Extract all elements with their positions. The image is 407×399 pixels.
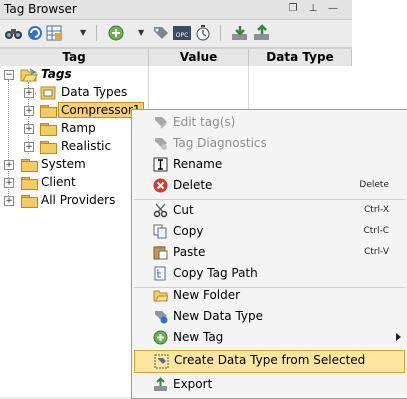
folder-icon [21,159,38,172]
dropdown-arrow-icon[interactable]: ▼ [80,28,86,37]
tree-label: All Providers [41,193,116,207]
menu-item-label: Delete [173,178,213,192]
scissors-icon [153,203,168,218]
refresh-icon[interactable] [25,24,45,42]
window-title: Tag Browser [4,2,77,16]
dropdown-arrow-icon[interactable]: ▼ [138,28,144,37]
menu-item-shortcut: Ctrl-V [364,247,389,257]
table-icon[interactable] [45,24,65,42]
menu-item-delete[interactable]: Delete Delete [132,175,407,196]
tree-label: Ramp [61,121,96,135]
column-header-tag[interactable]: Tag [0,49,149,66]
menu-item-label: Create Data Type from Selected [174,353,366,367]
toolbar-separator [96,25,97,41]
export-icon [154,377,167,391]
minimize-icon[interactable]: — [327,3,339,15]
menu-item-label: Copy [173,224,204,238]
delete-icon [153,178,168,193]
folder-icon [40,141,57,154]
tree-label: System [41,157,86,171]
table-header: Tag Value Data Type [0,48,352,67]
menu-item-label: New Tag [173,330,224,344]
toolbar: ▼ ▼ OPC [0,20,352,48]
restore-icon[interactable]: ❐ [287,3,299,15]
menu-item-label: New Data Type [173,309,264,323]
menu-item-copy-tag-path[interactable]: Copy Tag Path [132,263,407,284]
menu-item-label: Edit tag(s) [173,115,236,129]
copy-path-icon [154,266,166,281]
folder-icon [40,105,57,118]
menu-item-label: Rename [173,157,223,171]
menu-item-new-folder[interactable]: New Folder [132,285,407,306]
tree-row-data-types[interactable]: + Data Types [0,84,352,102]
toolbar-separator [220,25,221,41]
expand-icon[interactable]: + [24,124,34,134]
context-menu: Edit tag(s) Tag Diagnostics Rename Delet… [131,109,407,399]
menu-item-new-tag[interactable]: New Tag [132,327,407,348]
folder-icon [40,123,57,136]
menu-item-rename[interactable]: Rename [132,154,407,175]
opc-icon-text: OPC [176,32,189,39]
column-header-value[interactable]: Value [149,49,249,66]
menu-item-cut[interactable]: Cut Ctrl-X [132,200,407,221]
binoculars-icon[interactable] [4,24,24,42]
tree-label: Data Types [61,85,128,99]
menu-item-copy[interactable]: Copy Ctrl-C [132,221,407,242]
expand-icon[interactable]: + [24,106,34,116]
data-types-folder-icon [40,86,56,100]
timer-icon[interactable] [193,24,213,42]
title-bar: Tag Browser ❐ ⊥ — [0,0,352,20]
menu-item-shortcut: Ctrl-C [363,226,389,236]
tag-diagnostics-icon [155,138,167,150]
tree-label: Client [41,175,76,189]
open-folder-icon [20,68,38,82]
import-icon[interactable] [230,24,250,42]
pin-icon[interactable]: ⊥ [307,3,319,15]
menu-item-shortcut: Delete [359,180,389,190]
create-data-type-icon [154,354,169,369]
menu-item-tag-diagnostics[interactable]: Tag Diagnostics [132,133,407,154]
expand-icon[interactable]: + [4,196,14,206]
menu-item-create-data-type-from-selected[interactable]: Create Data Type from Selected [134,350,405,373]
expand-icon[interactable]: + [24,88,34,98]
menu-item-label: New Folder [173,288,241,302]
menu-item-label: Paste [173,245,206,259]
menu-item-label: Copy Tag Path [173,266,258,280]
expand-icon[interactable]: + [4,160,14,170]
tree-label: Realistic [61,139,112,153]
tree-label-tags: Tags [41,67,72,81]
add-icon[interactable] [106,24,126,42]
menu-item-edit-tags[interactable]: Edit tag(s) [132,112,407,133]
paste-icon [153,246,168,260]
menu-item-shortcut: Ctrl-X [364,205,389,215]
menu-item-label: Tag Diagnostics [173,136,267,150]
export-icon[interactable] [252,24,272,42]
submenu-arrow-icon [396,333,401,341]
tree-row-tags[interactable]: − Tags [0,66,352,84]
tag-edit-icon [155,117,167,129]
folder-icon [21,177,38,190]
expand-icon[interactable]: + [4,178,14,188]
new-tag-icon [153,330,168,345]
folder-icon [21,195,38,208]
new-folder-icon [153,290,168,302]
column-header-data-type[interactable]: Data Type [249,49,352,66]
expand-icon[interactable]: + [24,142,34,152]
copy-icon [153,224,167,239]
menu-item-export[interactable]: Export [132,374,407,395]
tag-icon[interactable] [151,24,171,42]
opc-icon[interactable]: OPC [172,24,192,42]
menu-item-label: Export [173,377,213,391]
new-data-type-icon [155,311,168,324]
menu-item-new-data-type[interactable]: New Data Type [132,306,407,327]
menu-item-label: Cut [173,203,194,217]
menu-item-paste[interactable]: Paste Ctrl-V [132,242,407,263]
collapse-icon[interactable]: − [4,70,14,80]
rename-icon [153,157,168,172]
